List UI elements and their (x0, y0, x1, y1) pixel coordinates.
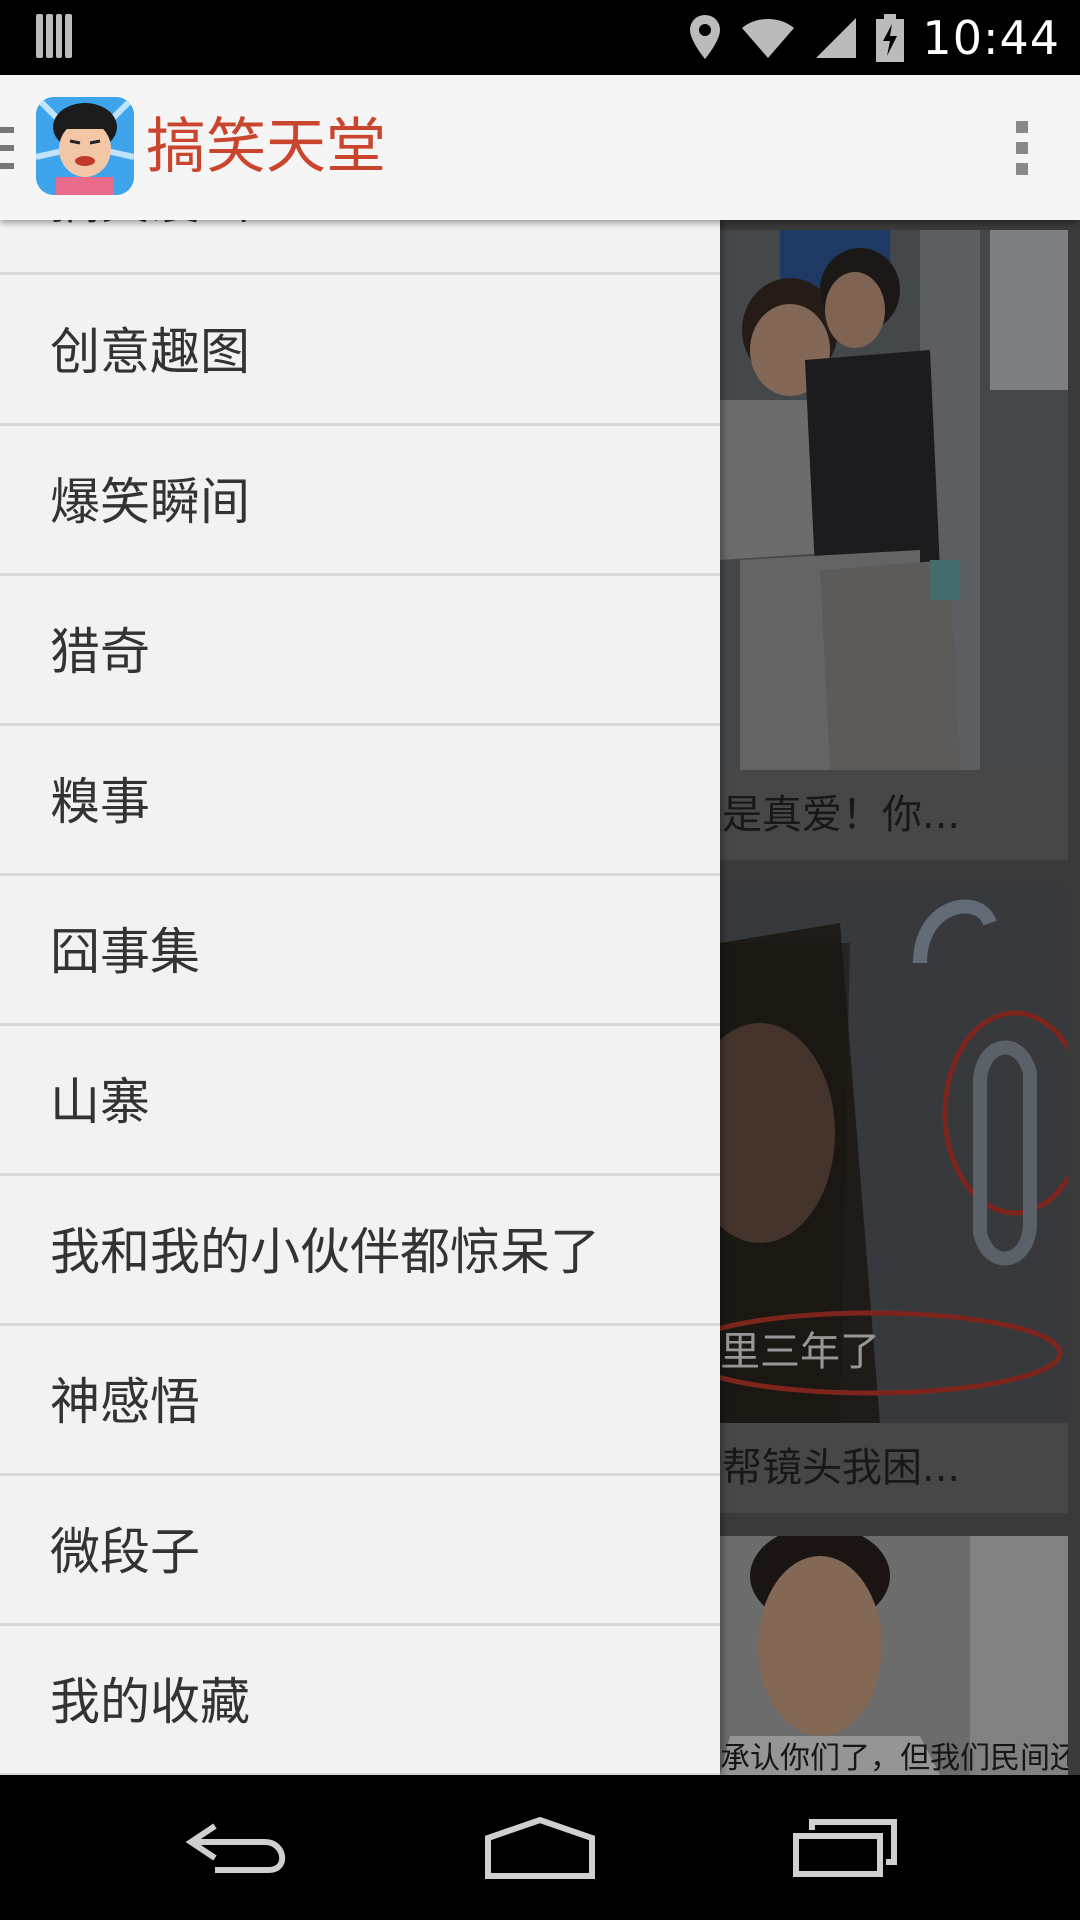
app-logo[interactable] (36, 97, 134, 195)
drawer-item-label: 搞笑漫画 (50, 220, 250, 275)
drawer-item-favorites[interactable]: 我的收藏 (0, 1628, 720, 1775)
drawer-indicator-icon[interactable] (0, 127, 14, 169)
wifi-icon (742, 18, 795, 58)
overflow-menu-icon[interactable] (1014, 121, 1030, 175)
clock: 10:44 (922, 10, 1060, 65)
drawer-item-knockoff[interactable]: 山寨 (0, 1028, 720, 1176)
navigation-bar (0, 1775, 1080, 1920)
app-title: 搞笑天堂 (146, 112, 386, 182)
drawer-item-creative-pics[interactable]: 创意趣图 (0, 278, 720, 426)
drawer-item-stunned[interactable]: 我和我的小伙伴都惊呆了 (0, 1178, 720, 1326)
drawer-item-label: 微段子 (50, 1523, 200, 1581)
drawer-item-label: 我的收藏 (50, 1673, 250, 1731)
cell-signal-icon (816, 17, 857, 58)
location-icon (690, 14, 721, 59)
drawer-item-label: 山寨 (50, 1073, 150, 1131)
home-button[interactable] (475, 1805, 605, 1890)
recent-apps-button[interactable] (780, 1805, 910, 1890)
drawer-item-label: 猎奇 (50, 623, 150, 681)
drawer-item-insights[interactable]: 神感悟 (0, 1328, 720, 1476)
navigation-drawer: 搞笑漫画 创意趣图 爆笑瞬间 猎奇 糗事 囧事集 山寨 我和我的小伙伴都惊呆了 … (0, 220, 720, 1775)
drawer-item-awkward[interactable]: 囧事集 (0, 878, 720, 1026)
back-icon (185, 1823, 286, 1873)
action-bar: 搞笑天堂 (0, 75, 1080, 220)
drawer-item-label: 我和我的小伙伴都惊呆了 (50, 1223, 600, 1281)
drawer-item-label: 囧事集 (50, 923, 200, 981)
drawer-item-label: 糗事 (50, 773, 150, 831)
recent-apps-icon (793, 1818, 897, 1877)
drawer-item-label: 创意趣图 (50, 323, 250, 381)
status-bar: 10:44 (0, 0, 1080, 75)
drawer-item-label: 爆笑瞬间 (50, 473, 250, 531)
drawer-item-partial[interactable]: 搞笑漫画 (0, 220, 720, 275)
home-icon (485, 1816, 595, 1879)
drawer-item-micro-jokes[interactable]: 微段子 (0, 1478, 720, 1626)
drawer-item-curiosity[interactable]: 猎奇 (0, 578, 720, 726)
drawer-item-embarrassing[interactable]: 糗事 (0, 728, 720, 876)
signal-bars-icon (36, 14, 72, 58)
drawer-item-label: 神感悟 (50, 1373, 200, 1431)
drawer-item-funny-moments[interactable]: 爆笑瞬间 (0, 428, 720, 576)
battery-charging-icon (876, 13, 905, 62)
back-button[interactable] (175, 1805, 305, 1890)
